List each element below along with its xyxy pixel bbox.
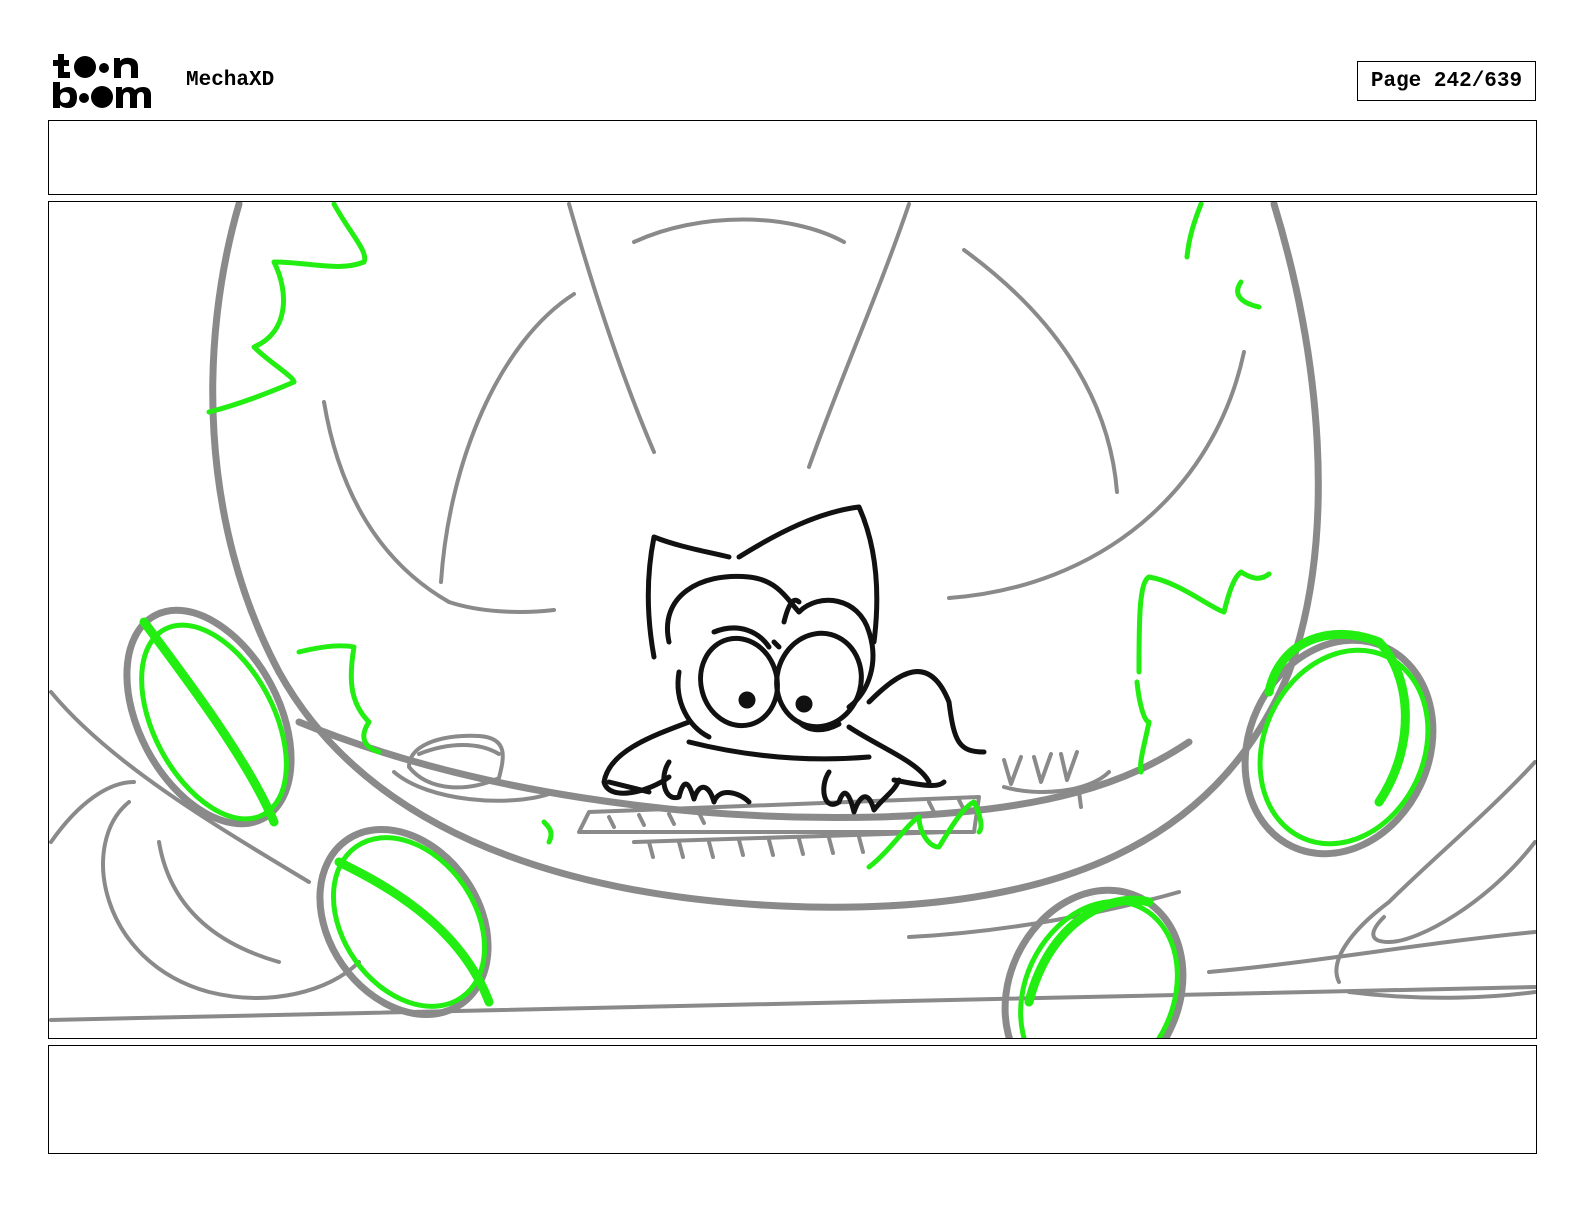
top-caption-panel — [48, 120, 1537, 195]
bottom-caption-panel — [48, 1045, 1537, 1154]
project-title: MechaXD — [186, 69, 275, 92]
storyboard-drawing-panel — [48, 201, 1537, 1039]
page-number-label: Page 242/639 — [1357, 61, 1536, 101]
storyboard-sketch — [49, 202, 1536, 1038]
toon-boom-logo-icon — [52, 50, 164, 112]
